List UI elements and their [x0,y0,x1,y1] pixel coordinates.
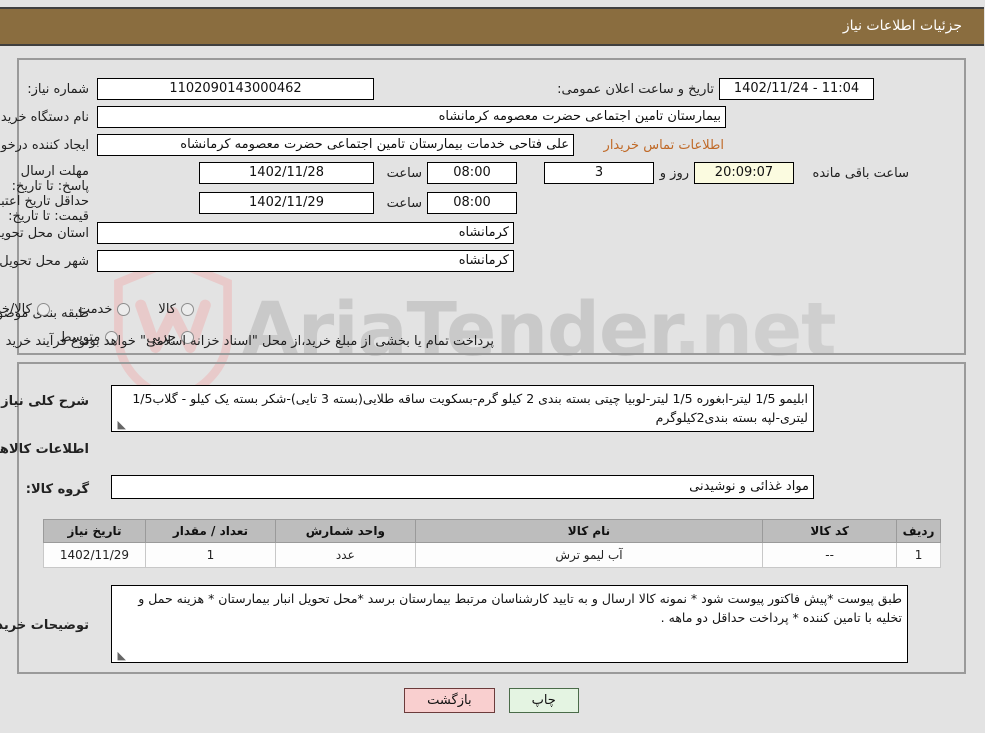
category-option-0[interactable]: کالا [135,302,195,317]
radio-icon[interactable] [182,303,195,316]
action-buttons: بازگشت چاپ [0,688,985,713]
buyer-notes-value: طبق پیوست *پیش فاکتور پیوست شود * نمونه … [139,591,903,625]
goods-group-value[interactable]: مواد غذائی و نوشیدنی [112,475,815,499]
buyer-notes-label: توضیحات خریدار: [0,618,90,633]
th-unit: واحد شمارش [275,519,417,543]
price-validity-time-label: ساعت [387,196,423,211]
cell-item-name: آب لیمو ترش [415,542,765,568]
category-radio-group: کالا خدمت کالا/خدمت [0,302,195,317]
province-value: کرمانشاه [98,222,515,244]
goods-section-title: اطلاعات کالاهای مورد نیاز [0,442,90,457]
th-item-name: نام کالا [415,519,765,543]
goods-table: ردیف کد کالا نام کالا واحد شمارش تعداد /… [44,519,942,568]
cell-quantity: 1 [146,542,277,568]
cell-row-number: 1 [897,542,942,568]
category-option-2-label: کالا/خدمت [0,302,33,317]
need-number-label: شماره نیاز: [28,82,90,97]
payment-note: پرداخت تمام یا بخشی از مبلغ خرید،از محل … [80,334,495,349]
radio-icon[interactable] [118,303,132,316]
price-validity-label: حداقل تاریخ اعتبار قیمت: تا تاریخ: [0,194,90,224]
buyer-notes-textarea[interactable]: طبق پیوست *پیش فاکتور پیوست شود * نمونه … [112,585,909,663]
summary-textarea[interactable]: ابلیمو 1/5 لیتر-ابغوره 1/5 لیتر-لوبیا چی… [112,385,815,432]
th-need-date: تاریخ نیاز [44,519,147,543]
category-option-0-label: کالا [159,302,177,317]
requester-label: ایجاد کننده درخواست: [0,138,90,153]
remaining-suffix-label: ساعت باقی مانده [813,166,910,181]
remaining-days-value: 3 [545,162,655,184]
radio-icon[interactable] [37,303,51,316]
goods-group-label: گروه کالا: [26,482,90,497]
buyer-contact-link[interactable]: اطلاعات تماس خریدار [605,138,725,153]
price-validity-time: 08:00 [428,192,518,214]
reply-deadline-label: مهلت ارسال پاسخ: تا تاریخ: [12,164,90,194]
announce-datetime-value: 11:04 - 1402/11/24 [720,78,875,100]
reply-deadline-time-label: ساعت [387,166,423,181]
province-label: استان محل تحویل: [0,226,90,241]
price-validity-date: 1402/11/29 [200,192,375,214]
page-root: AriaTender.net جزئیات اطلاعات نیاز شماره… [0,0,985,733]
cell-item-code: -- [763,542,899,568]
category-option-1-label: خدمت [78,302,114,317]
buyer-org-label: نام دستگاه خریدار: [0,110,90,125]
announce-datetime-label: تاریخ و ساعت اعلان عمومی: [558,82,715,97]
category-option-2[interactable]: کالا/خدمت [0,302,51,317]
back-button[interactable]: بازگشت [405,688,496,713]
cell-unit: عدد [275,542,417,568]
reply-deadline-date: 1402/11/28 [200,162,375,184]
remaining-days-label: روز و [660,166,690,181]
table-row: 1 -- آب لیمو ترش عدد 1 1402/11/29 [44,542,942,568]
th-item-code: کد کالا [763,519,899,543]
summary-value: ابلیمو 1/5 لیتر-ابغوره 1/5 لیتر-لوبیا چی… [133,391,809,425]
page-title: جزئیات اطلاعات نیاز [843,18,963,34]
requester-value: علی فتاحی خدمات بیمارستان تامین اجتماعی … [98,134,575,156]
cell-need-date: 1402/11/29 [44,542,147,568]
need-number-value: 1102090143000462 [98,78,375,100]
table-header-row: ردیف کد کالا نام کالا واحد شمارش تعداد /… [44,519,942,543]
resize-grip-icon[interactable]: ◣ [115,650,127,662]
buyer-org-value: بیمارستان تامین اجتماعی حضرت معصومه کرما… [98,106,727,128]
remaining-countdown: 20:09:07 [695,162,795,184]
city-label: شهر محل تحویل: [0,254,90,269]
th-quantity: تعداد / مقدار [146,519,277,543]
page-title-bar: جزئیات اطلاعات نیاز [0,7,985,46]
summary-label: شرح کلی نیاز: [0,394,90,409]
print-button[interactable]: چاپ [509,688,580,713]
resize-grip-icon[interactable]: ◣ [115,419,127,431]
category-option-1[interactable]: خدمت [55,302,132,317]
reply-deadline-time: 08:00 [428,162,518,184]
city-value: کرمانشاه [98,250,515,272]
th-row-number: ردیف [897,519,942,543]
